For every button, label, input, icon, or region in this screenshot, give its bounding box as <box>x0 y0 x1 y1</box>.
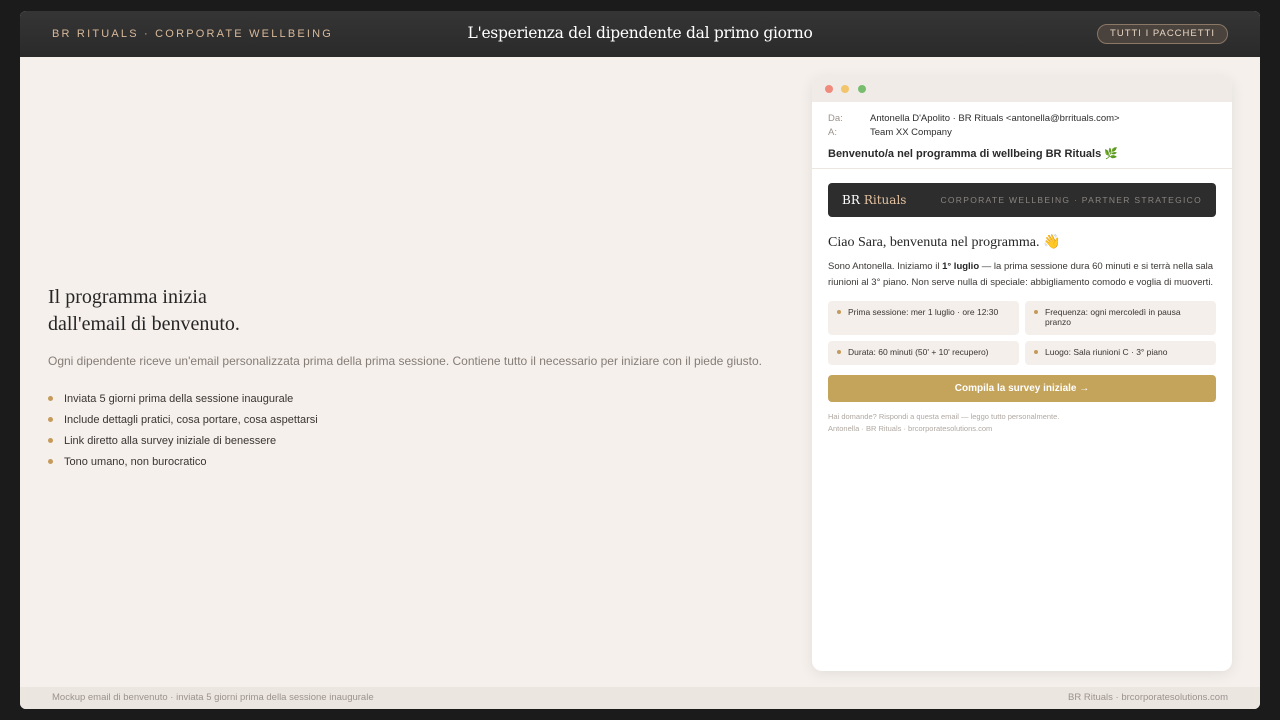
page-title: L'esperienza del dipendente dal primo gi… <box>467 24 813 42</box>
feature-text: Link diretto alla survey iniziale di ben… <box>64 435 277 447</box>
bottom-credit: BR Rituals · brcorporatesolutions.com <box>1068 692 1228 703</box>
from-row: Da: Antonella D'Apolito · BR Rituals <an… <box>828 112 1216 126</box>
email-greeting: Ciao Sara, benvenuta nel programma. 👋 <box>828 235 1061 250</box>
logo-br: BR <box>842 193 860 207</box>
from-value: Antonella D'Apolito · BR Rituals <antone… <box>870 113 1120 124</box>
app-frame: BR RITUALS · CORPORATE WELLBEING L'esper… <box>20 11 1260 709</box>
bottom-caption: Mockup email di benvenuto · inviata 5 gi… <box>52 692 374 703</box>
detail-text: Durata: 60 minuti (50' + 10' recupero) <box>848 347 989 357</box>
banner-logo: BR Rituals <box>842 193 906 207</box>
bullet-dot-icon <box>837 310 841 314</box>
top-bar: BR RITUALS · CORPORATE WELLBEING L'esper… <box>20 11 1260 57</box>
window-close-icon[interactable] <box>825 85 833 93</box>
intro-subtext: Ogni dipendente riceve un'email personal… <box>48 354 763 368</box>
detail-text: Prima sessione: mer 1 luglio · ore 12:30 <box>848 307 999 317</box>
detail-card-frequency: Frequenza: ogni mercoledì in pausa pranz… <box>1025 301 1216 335</box>
headline-line-2: dall'email di benvenuto. <box>48 313 240 335</box>
email-paragraph: Sono Antonella. Iniziamo il 1° luglio — … <box>828 259 1216 291</box>
survey-cta-button[interactable]: Compila la survey iniziale → <box>828 375 1216 402</box>
detail-text: Luogo: Sala riunioni C · 3° piano <box>1045 347 1168 357</box>
bullet-dot-icon <box>48 459 53 464</box>
para-date: 1° luglio <box>942 261 980 272</box>
feature-text: Tono umano, non burocratico <box>64 456 207 468</box>
feature-text: Inviata 5 giorni prima della sessione in… <box>64 393 294 405</box>
para-text-before: Sono Antonella. Iniziamo il <box>828 261 943 272</box>
detail-card-location: Luogo: Sala riunioni C · 3° piano <box>1025 341 1216 365</box>
window-titlebar <box>812 76 1232 102</box>
bullet-dot-icon <box>1034 350 1038 354</box>
headline-line-1: Il programma inizia <box>48 286 207 308</box>
to-label: A: <box>828 127 837 138</box>
bullet-dot-icon <box>48 396 53 401</box>
bullet-dot-icon <box>48 438 53 443</box>
detail-text: Frequenza: ogni mercoledì in pausa pranz… <box>1045 307 1181 327</box>
email-subject: Benvenuto/a nel programma di wellbeing B… <box>828 148 1118 160</box>
email-footer-line-1: Hai domande? Rispondi a questa email — l… <box>828 412 1060 421</box>
banner-tagline: CORPORATE WELLBEING · PARTNER STRATEGICO <box>940 195 1202 205</box>
bullet-dot-icon <box>837 350 841 354</box>
detail-card-duration: Durata: 60 minuti (50' + 10' recupero) <box>828 341 1019 365</box>
to-value: Team XX Company <box>870 127 952 138</box>
email-footer-line-2: Antonella · BR Rituals · brcorporatesolu… <box>828 424 993 433</box>
all-packages-button[interactable]: TUTTI I PACCHETTI <box>1097 24 1228 44</box>
intro-section: Il programma inizia dall'email di benven… <box>48 284 788 476</box>
details-grid: Prima sessione: mer 1 luglio · ore 12:30… <box>828 301 1216 365</box>
from-label: Da: <box>828 113 843 124</box>
email-body: BR Rituals CORPORATE WELLBEING · PARTNER … <box>812 169 1232 435</box>
headline: Il programma inizia dall'email di benven… <box>48 284 788 338</box>
feature-item: Include dettagli pratici, cosa portare, … <box>48 413 788 434</box>
email-banner: BR Rituals CORPORATE WELLBEING · PARTNER … <box>828 183 1216 217</box>
feature-item: Tono umano, non burocratico <box>48 455 788 476</box>
bullet-dot-icon <box>1034 310 1038 314</box>
email-header: Da: Antonella D'Apolito · BR Rituals <an… <box>812 102 1232 169</box>
window-minimize-icon[interactable] <box>841 85 849 93</box>
bottom-bar: Mockup email di benvenuto · inviata 5 gi… <box>20 687 1260 709</box>
email-footer: Hai domande? Rispondi a questa email — l… <box>828 411 1216 435</box>
feature-item: Inviata 5 giorni prima della sessione in… <box>48 392 788 413</box>
logo-rituals: Rituals <box>863 193 907 207</box>
window-maximize-icon[interactable] <box>858 85 866 93</box>
feature-list: Inviata 5 giorni prima della sessione in… <box>48 392 788 476</box>
feature-text: Include dettagli pratici, cosa portare, … <box>64 414 318 426</box>
email-mockup-window: Da: Antonella D'Apolito · BR Rituals <an… <box>812 76 1232 671</box>
to-row: A: Team XX Company <box>828 126 1216 140</box>
feature-item: Link diretto alla survey iniziale di ben… <box>48 434 788 455</box>
bullet-dot-icon <box>48 417 53 422</box>
detail-card-first-session: Prima sessione: mer 1 luglio · ore 12:30 <box>828 301 1019 335</box>
